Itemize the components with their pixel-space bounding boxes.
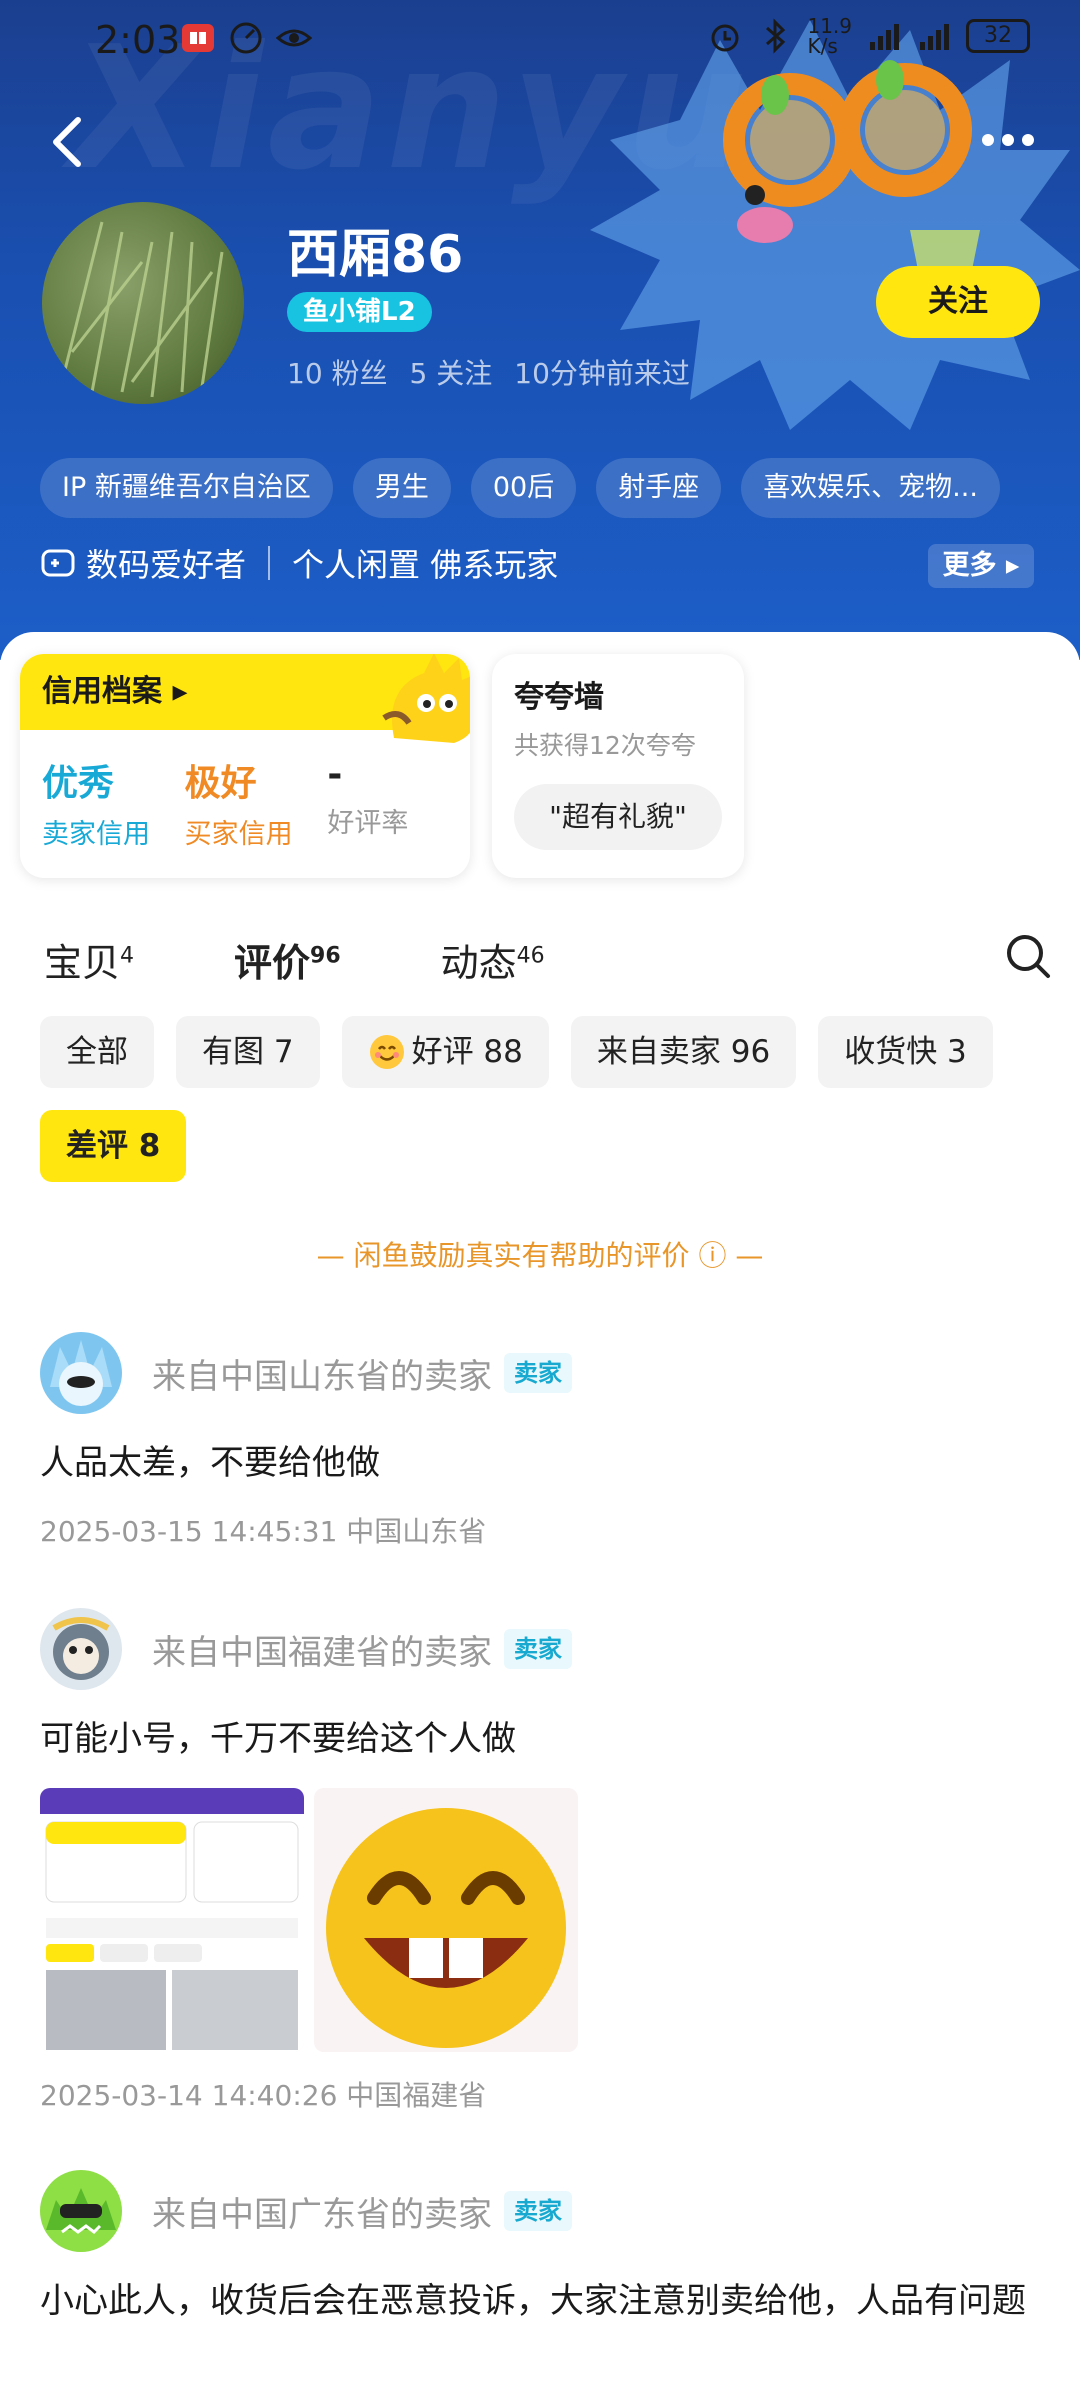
praise-wall-card[interactable]: 夸夸墙 共获得12次夸夸 "超有礼貌" bbox=[492, 654, 744, 878]
praise-wall-title: 夸夸墙 bbox=[514, 680, 604, 715]
profile-header: Xianyu 2:03 11.9 K/s 32 西厢86 鱼小铺L2 10 粉丝… bbox=[0, 0, 1080, 660]
more-button[interactable]: 更多 ▸ bbox=[928, 544, 1034, 588]
signal-4g-icon-2 bbox=[920, 24, 949, 50]
review-filters: 全部 有图 7 好评 88 来自卖家 96 收货快 3 差评 8 bbox=[40, 1016, 1040, 1182]
bluetooth-icon bbox=[766, 18, 786, 54]
status-time: 2:03 bbox=[95, 18, 181, 62]
more-button-label: 更多 bbox=[942, 550, 997, 581]
green-monster-avatar-icon bbox=[40, 2170, 122, 2252]
tab-reviews[interactable]: 评价96 bbox=[234, 932, 341, 987]
review-text: 可能小号，千万不要给这个人做 bbox=[40, 1719, 516, 1759]
hobby-divider bbox=[268, 546, 271, 580]
status-bar: 2:03 11.9 K/s 32 bbox=[0, 0, 1080, 80]
seller-badge: 卖家 bbox=[504, 1629, 572, 1669]
tag-ip: IP 新疆维吾尔自治区 bbox=[40, 458, 333, 518]
tag-interests[interactable]: 喜欢娱乐、宠物... bbox=[741, 458, 1000, 518]
network-speed: 11.9 K/s bbox=[807, 14, 852, 58]
hobby-casual: 个人闲置 佛系玩家 bbox=[292, 546, 559, 584]
gamepad-icon bbox=[41, 549, 75, 577]
review-image-emoji[interactable] bbox=[314, 1788, 578, 2052]
filter-all[interactable]: 全部 bbox=[40, 1016, 154, 1088]
tag-zodiac: 射手座 bbox=[596, 458, 722, 518]
hedgehog-avatar-icon bbox=[40, 1332, 122, 1414]
tab-moments-label: 动态 bbox=[440, 941, 517, 985]
signal-4g-icon bbox=[870, 24, 899, 50]
review-item: 来自中国福建省的卖家 卖家 可能小号，千万不要给这个人做 2025-03-14 … bbox=[40, 1608, 1040, 2114]
shop-level-badge[interactable]: 鱼小铺L2 bbox=[287, 292, 432, 332]
eye-icon bbox=[276, 29, 312, 47]
user-avatar[interactable] bbox=[42, 202, 244, 404]
speedometer-icon bbox=[230, 22, 262, 54]
tab-items-count: 4 bbox=[120, 943, 135, 969]
reviewer-name: 来自中国广东省的卖家 bbox=[152, 2194, 492, 2235]
seller-badge: 卖家 bbox=[504, 2191, 572, 2231]
buyer-credit: 极好 买家信用 bbox=[185, 754, 328, 851]
review-encourage-note[interactable]: — 闲鱼鼓励真实有帮助的评价 ⓘ — bbox=[0, 1234, 1080, 1274]
following-count[interactable]: 5 关注 bbox=[410, 352, 493, 392]
book-app-icon bbox=[182, 24, 214, 52]
praise-wall-count: 共获得12次夸夸 bbox=[514, 731, 696, 760]
review-images bbox=[40, 1788, 1040, 2052]
buyer-credit-value: 极好 bbox=[184, 763, 257, 804]
filter-positive-label: 好评 88 bbox=[411, 1034, 523, 1070]
reviewer-name: 来自中国山东省的卖家 bbox=[152, 1356, 492, 1397]
hobby-digital: 数码爱好者 bbox=[86, 546, 247, 584]
tab-moments[interactable]: 动态46 bbox=[441, 932, 545, 987]
back-arrow-icon[interactable] bbox=[48, 112, 88, 172]
user-tags: IP 新疆维吾尔自治区 男生 00后 射手座 喜欢娱乐、宠物... bbox=[40, 458, 1000, 518]
tab-reviews-label: 评价 bbox=[234, 941, 311, 985]
fans-count[interactable]: 10 粉丝 bbox=[287, 352, 388, 392]
reviewer-avatar[interactable] bbox=[40, 2170, 122, 2252]
review-image-screenshot[interactable] bbox=[40, 1788, 304, 2052]
battery-indicator: 32 bbox=[966, 19, 1030, 53]
follow-button[interactable]: 关注 bbox=[876, 266, 1040, 338]
tab-items-label: 宝贝 bbox=[44, 941, 121, 985]
user-stats: 10 粉丝 5 关注 10分钟前来过 bbox=[287, 352, 690, 392]
review-text: 小心此人，收货后会在恶意投诉，大家注意别卖给他，人品有问题 bbox=[40, 2281, 1026, 2321]
good-rate-label: 好评率 bbox=[327, 808, 409, 839]
screenshot-thumbnail bbox=[40, 1788, 304, 2052]
yellow-bird-mascot-icon bbox=[382, 654, 470, 743]
review-text: 人品太差，不要给他做 bbox=[40, 1443, 380, 1483]
good-rate-value: - bbox=[327, 754, 343, 795]
seal-avatar-icon bbox=[40, 1608, 122, 1690]
grinning-emoji-image bbox=[314, 1788, 578, 2052]
grass-avatar-image bbox=[60, 221, 224, 398]
filter-negative[interactable]: 差评 8 bbox=[40, 1110, 187, 1182]
credit-title: 信用档案 bbox=[42, 674, 162, 709]
tab-reviews-count: 96 bbox=[310, 943, 341, 969]
tab-items[interactable]: 宝贝4 bbox=[44, 932, 134, 987]
user-name: 西厢86 bbox=[287, 225, 464, 285]
hobby-row: 数码爱好者 个人闲置 佛系玩家 bbox=[40, 540, 558, 586]
reviewer-name: 来自中国福建省的卖家 bbox=[152, 1632, 492, 1673]
filter-fast-delivery[interactable]: 收货快 3 bbox=[818, 1016, 993, 1088]
good-rate: - 好评率 bbox=[327, 754, 470, 851]
reviewer-avatar[interactable] bbox=[40, 1608, 122, 1690]
reviewer-avatar[interactable] bbox=[40, 1332, 122, 1414]
smile-emoji-icon bbox=[369, 1035, 404, 1069]
more-options-icon[interactable] bbox=[980, 128, 1036, 152]
tag-age: 00后 bbox=[470, 458, 577, 518]
profile-tabs: 宝贝4 评价96 动态46 bbox=[44, 932, 1044, 987]
review-meta: 2025-03-14 14:40:26 中国福建省 bbox=[40, 2079, 487, 2112]
seller-badge: 卖家 bbox=[504, 1353, 572, 1393]
last-seen: 10分钟前来过 bbox=[514, 357, 690, 390]
buyer-credit-label: 买家信用 bbox=[184, 819, 293, 850]
credit-file-card[interactable]: 信用档案 ▸ 优秀 卖家信用 极好 买家信用 - 好评率 bbox=[20, 654, 470, 878]
tag-gender: 男生 bbox=[352, 458, 451, 518]
tab-moments-count: 46 bbox=[516, 943, 545, 969]
review-item: 来自中国山东省的卖家 卖家 人品太差，不要给他做 2025-03-15 14:4… bbox=[40, 1332, 1040, 1550]
alarm-icon bbox=[711, 24, 739, 52]
seller-credit: 优秀 卖家信用 bbox=[42, 754, 185, 851]
review-item: 来自中国广东省的卖家 卖家 小心此人，收货后会在恶意投诉，大家注意别卖给他，人品… bbox=[40, 2170, 1040, 2326]
filter-with-images[interactable]: 有图 7 bbox=[176, 1016, 320, 1088]
content-sheet: 信用档案 ▸ 优秀 卖家信用 极好 买家信用 - 好评率 夸夸墙 共获得12次夸… bbox=[0, 632, 1080, 2400]
review-meta: 2025-03-15 14:45:31 中国山东省 bbox=[40, 1515, 487, 1548]
praise-chip[interactable]: "超有礼貌" bbox=[514, 784, 722, 850]
filter-from-seller[interactable]: 来自卖家 96 bbox=[570, 1016, 797, 1088]
seller-credit-label: 卖家信用 bbox=[42, 819, 150, 850]
search-icon[interactable] bbox=[1004, 932, 1052, 980]
seller-credit-value: 优秀 bbox=[42, 763, 115, 804]
filter-positive[interactable]: 好评 88 bbox=[341, 1016, 549, 1088]
